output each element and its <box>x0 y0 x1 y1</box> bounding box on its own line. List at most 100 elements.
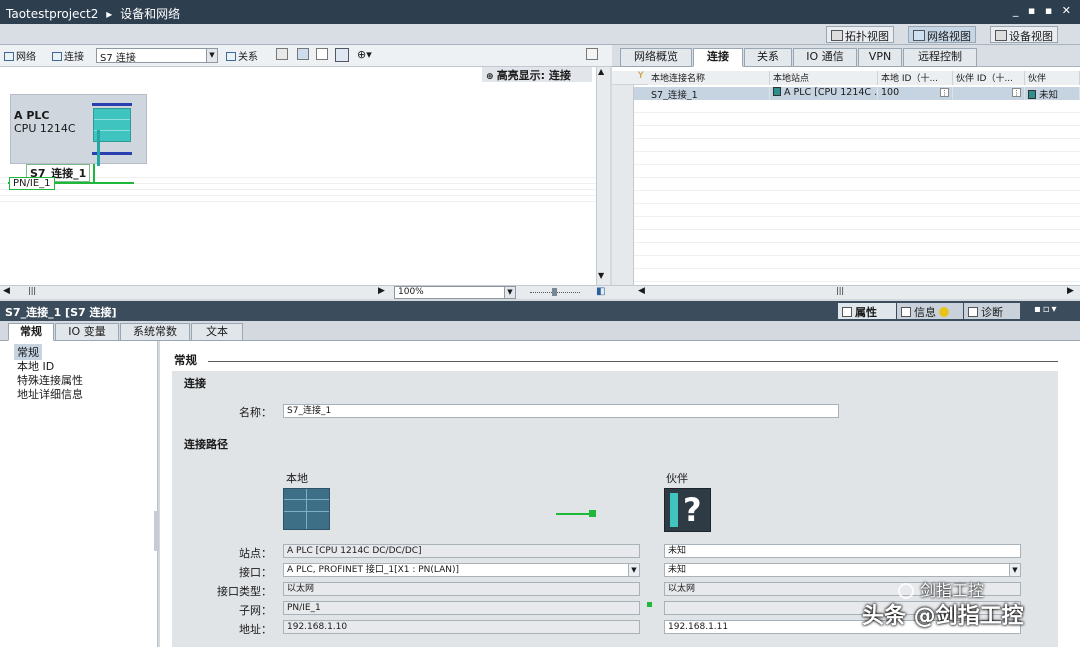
connection-type-select[interactable]: S7 连接 ▼ <box>96 48 218 63</box>
scroll-down-icon[interactable]: ▼ <box>598 271 604 280</box>
partner-interface-select[interactable]: 未知 ▼ <box>664 563 1021 577</box>
plc-device[interactable]: A PLC CPU 1214C <box>10 94 147 166</box>
tab-io-comm[interactable]: IO 通信 <box>793 48 857 67</box>
spin-icon[interactable]: ⋮ <box>940 88 949 97</box>
section-name: 设备和网络 <box>120 7 181 21</box>
tab-relations[interactable]: 关系 <box>744 48 792 67</box>
table-horizontal-scrollbar[interactable]: ◀ ||| ▶ <box>612 285 1080 299</box>
address-label: 地址： <box>239 623 272 636</box>
connect-button[interactable]: 连接 <box>52 48 84 63</box>
connection-table: Y 本地连接名称 本地站点 本地 ID（十... 伙伴 ID（十... 伙伴 S… <box>612 67 1080 285</box>
cell-name[interactable]: S7_连接_1 <box>648 87 770 100</box>
table-icon[interactable] <box>335 48 349 62</box>
device-view-button[interactable]: 设备视图 <box>990 26 1058 43</box>
col-header-station[interactable]: 本地站点 <box>770 71 878 85</box>
breadcrumb-separator: ▸ <box>106 7 113 21</box>
zoom-icon[interactable]: ⊕▾ <box>357 48 372 61</box>
tab-network-overview[interactable]: 网络概览 <box>620 48 692 67</box>
scroll-up-icon[interactable]: ▲ <box>598 67 604 76</box>
window-controls[interactable]: _ ▪ ▪ ✕ <box>1013 4 1074 17</box>
tab-remote-control[interactable]: 远程控制 <box>903 48 977 67</box>
nav-item-address-details[interactable]: 地址详细信息 <box>17 386 83 402</box>
filter-icon[interactable]: Y <box>638 71 644 81</box>
col-header-partner[interactable]: 伙伴 <box>1025 71 1080 85</box>
diagnostics-tab[interactable]: 诊断 <box>964 303 1020 319</box>
property-nav: 常规 本地 ID 特殊连接属性 地址详细信息 <box>0 341 159 647</box>
link-port-icon <box>589 510 596 517</box>
network-icon <box>913 30 925 41</box>
cell-station[interactable]: A PLC [CPU 1214C ... <box>770 87 878 100</box>
local-label: 本地 <box>286 472 308 485</box>
info-icon <box>901 307 911 317</box>
topology-view-button[interactable]: 拓扑视图 <box>826 26 894 43</box>
properties-tab[interactable]: 属性 <box>838 303 896 319</box>
logo-icon <box>898 583 914 599</box>
relation-button[interactable]: 关系 <box>226 48 258 63</box>
overview-tabs: 网络概览 连接 关系 IO 通信 VPN 远程控制 <box>612 45 1080 67</box>
local-interface-select[interactable]: A PLC, PROFINET 接口_1[X1 : PN(LAN)] ▼ <box>283 563 640 577</box>
local-plc-icon <box>283 488 330 530</box>
plc-port-link <box>97 130 100 166</box>
scroll-thumb-icon[interactable]: ||| <box>28 286 36 295</box>
canvas-horizontal-scrollbar[interactable]: ◀ ||| ▶ 100% ▼ ◧ <box>0 285 612 299</box>
station-label: 站点： <box>239 547 272 560</box>
question-mark-icon: ? <box>683 491 702 529</box>
scroll-right-icon[interactable]: ▶ <box>378 286 385 296</box>
panel-toggle-icon[interactable] <box>586 48 598 60</box>
unknown-device-icon: ? <box>664 488 711 532</box>
diagnostics-icon <box>968 307 978 317</box>
chevron-down-icon: ▼ <box>1009 564 1020 576</box>
subnet-indicator-icon <box>647 602 652 607</box>
cell-local-id[interactable]: 100 ⋮ <box>878 87 953 100</box>
scroll-left-icon[interactable]: ◀ <box>638 286 645 296</box>
pin-icon: ⊕ <box>486 72 497 82</box>
plc-name: A PLC <box>14 109 50 122</box>
partner-station-field[interactable]: 未知 <box>664 544 1021 558</box>
splitter-handle[interactable] <box>154 511 159 551</box>
interface-type-label: 接口类型： <box>217 585 272 598</box>
address-icon[interactable] <box>276 48 288 60</box>
zoom-slider-thumb[interactable] <box>552 288 557 296</box>
panel-controls-icon[interactable]: ▪▫▾ <box>1034 304 1059 315</box>
tab-general[interactable]: 常规 <box>8 323 54 341</box>
tab-connections[interactable]: 连接 <box>693 48 743 67</box>
tab-vpn[interactable]: VPN <box>858 48 902 67</box>
subnet-label[interactable]: PN/IE_1 <box>9 177 55 190</box>
view-switch-bar: 拓扑视图 网络视图 设备视图 <box>0 24 1080 45</box>
interface-label: 接口： <box>239 566 272 579</box>
grid-icon[interactable] <box>316 48 328 60</box>
topology-icon <box>831 30 843 41</box>
connection-title: 连接 <box>184 377 206 390</box>
scroll-thumb-icon[interactable]: ||| <box>836 286 844 295</box>
tab-texts[interactable]: 文本 <box>191 323 243 341</box>
scroll-left-icon[interactable]: ◀ <box>3 286 10 296</box>
scroll-right-icon[interactable]: ▶ <box>1067 286 1074 296</box>
col-header-local-id[interactable]: 本地 ID（十... <box>878 71 953 85</box>
network-canvas[interactable]: ⊕ 高亮显示: 连接 A PLC CPU 1214C S7_连接_1 PN/IE… <box>0 67 596 285</box>
zoom-select[interactable]: 100% ▼ <box>394 286 516 299</box>
network-view-button[interactable]: 网络视图 <box>908 26 976 43</box>
col-header-name[interactable]: 本地连接名称 <box>648 71 770 85</box>
overview-icon[interactable]: ◧ <box>596 286 605 297</box>
col-header-partner-id[interactable]: 伙伴 ID（十... <box>953 71 1025 85</box>
device-icon <box>995 30 1007 41</box>
subnet-label: 子网： <box>239 604 272 617</box>
row-header-gutter <box>612 85 634 285</box>
project-name[interactable]: Taotestproject2 <box>6 7 98 21</box>
device-icon <box>773 87 781 96</box>
network-button[interactable]: 网络 <box>4 48 36 63</box>
name-field[interactable]: S7_连接_1 <box>283 404 839 418</box>
info-tab[interactable]: 信息 <box>897 303 963 319</box>
title-bar: Taotestproject2 ▸ 设备和网络 _ ▪ ▪ ✕ <box>0 0 1080 24</box>
tab-system-constants[interactable]: 系统常数 <box>120 323 190 341</box>
canvas-vertical-scrollbar[interactable]: ▲ ▼ <box>596 67 610 285</box>
tab-io-tags[interactable]: IO 变量 <box>55 323 119 341</box>
cell-partner-id[interactable]: ⋮ <box>953 87 1025 100</box>
partner-label: 伙伴 <box>666 472 688 485</box>
general-header: 常规 <box>174 353 197 367</box>
property-tabs: 常规 IO 变量 系统常数 文本 <box>0 321 1080 341</box>
spin-icon[interactable]: ⋮ <box>1012 88 1021 97</box>
local-subnet-field: PN/IE_1 <box>283 601 640 615</box>
cell-partner[interactable]: 未知 <box>1025 87 1080 100</box>
layout-icon[interactable] <box>297 48 309 60</box>
